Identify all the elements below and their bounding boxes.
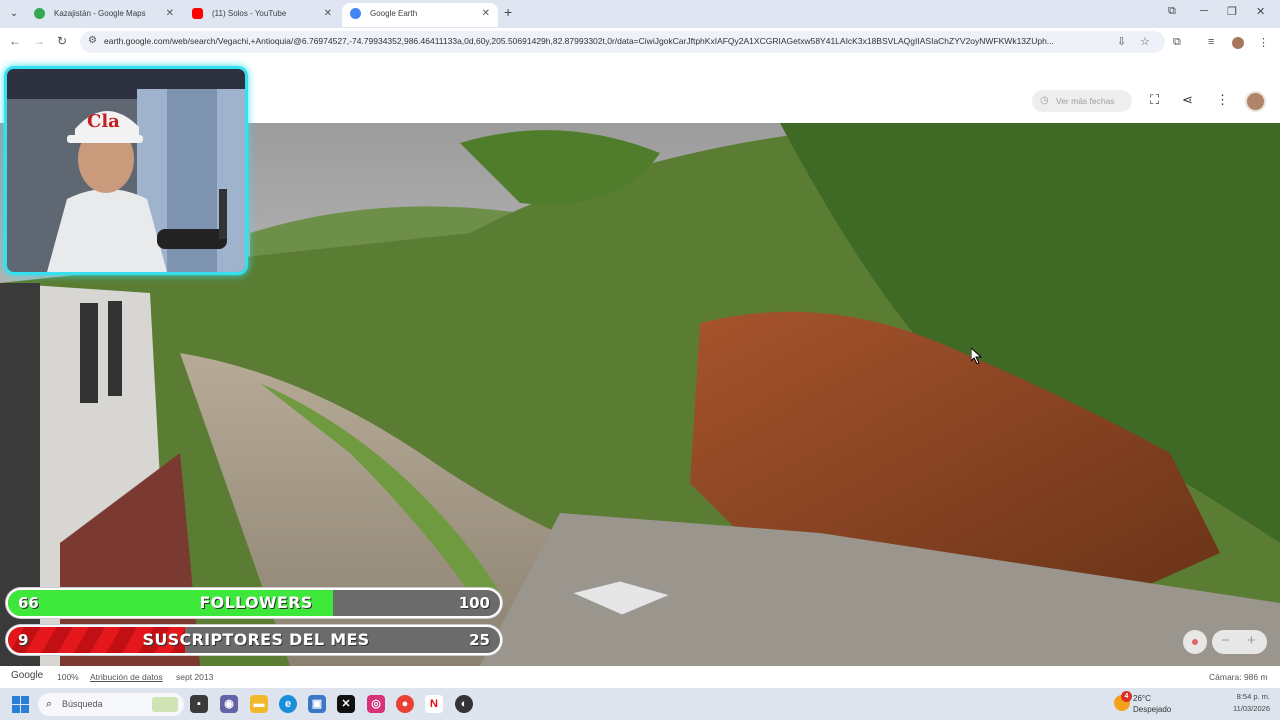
subscribers-label: SUSCRIPTORES DEL MES bbox=[142, 630, 370, 649]
weather-condition: Despejado bbox=[1133, 705, 1172, 714]
followers-target: 100 bbox=[458, 594, 490, 612]
obs-recording-icon[interactable]: ◐ bbox=[455, 695, 473, 713]
reload-button[interactable]: ↻ bbox=[57, 34, 67, 48]
compass-needle-icon bbox=[1192, 639, 1198, 645]
more-options-icon[interactable]: ⋮ bbox=[1216, 92, 1229, 108]
tab-title: Kazajistán - Google Maps bbox=[54, 9, 146, 18]
window-shutter bbox=[80, 303, 98, 403]
netflix-icon[interactable]: N bbox=[425, 695, 443, 713]
zoom-in-button[interactable]: + bbox=[1247, 632, 1256, 649]
url-text[interactable]: earth.google.com/web/search/Vegachi,+Ant… bbox=[104, 36, 1114, 46]
zoom-control: − + bbox=[1212, 630, 1267, 654]
windows-taskbar: ⌕ Búsqueda ▪ ◉ ▬ e ▣ ✕ ◎ ● N ◐ 4 26°C De… bbox=[0, 688, 1280, 720]
edge-browser-icon[interactable]: e bbox=[279, 695, 297, 713]
svg-text:Cla: Cla bbox=[87, 111, 120, 132]
minimize-button[interactable]: ─ bbox=[1200, 5, 1208, 17]
imagery-date: sept 2013 bbox=[176, 672, 214, 682]
task-view-icon[interactable]: ▪ bbox=[190, 695, 208, 713]
file-explorer-icon[interactable]: ▬ bbox=[250, 695, 268, 713]
history-clock-icon: ◷ bbox=[1040, 95, 1049, 106]
window-shutter bbox=[108, 301, 122, 396]
zoom-level: 100% bbox=[57, 672, 79, 682]
instagram-icon[interactable]: ◎ bbox=[367, 695, 385, 713]
tab-google-earth[interactable]: Google Earth ✕ bbox=[342, 3, 498, 27]
youtube-favicon-icon bbox=[192, 8, 203, 19]
extensions-icon[interactable]: ⧉ bbox=[1173, 36, 1181, 49]
maximize-button[interactable]: ❐ bbox=[1227, 5, 1237, 18]
screen: ⌄ Kazajistán - Google Maps ✕ (11) Solos … bbox=[0, 0, 1280, 720]
google-logo: Google bbox=[11, 670, 44, 681]
x-app-icon[interactable]: ✕ bbox=[337, 695, 355, 713]
chrome-icon[interactable]: ● bbox=[396, 695, 414, 713]
browser-tab-strip: ⌄ Kazajistán - Google Maps ✕ (11) Solos … bbox=[0, 0, 1280, 28]
share-icon[interactable]: ⋖ bbox=[1182, 92, 1193, 108]
close-tab-icon[interactable]: ✕ bbox=[482, 3, 490, 25]
browser-menu-icon[interactable]: ⋮ bbox=[1258, 36, 1269, 49]
browser-toolbar: ← → ↻ ⚙ earth.google.com/web/search/Vega… bbox=[0, 28, 1280, 56]
maps-favicon-icon bbox=[34, 8, 45, 19]
search-icon: ⌕ bbox=[46, 698, 53, 710]
search-placeholder: Búsqueda bbox=[62, 699, 103, 709]
tab-search-icon[interactable]: ⌄ bbox=[6, 6, 22, 22]
followers-current: 66 bbox=[18, 594, 39, 612]
search-highlight-image bbox=[152, 697, 178, 712]
back-button[interactable]: ← bbox=[9, 34, 21, 48]
store-icon[interactable]: ▣ bbox=[308, 695, 326, 713]
account-avatar[interactable] bbox=[1245, 91, 1266, 112]
followers-label: FOLLOWERS bbox=[199, 593, 313, 612]
chat-app-icon[interactable]: ◉ bbox=[220, 695, 238, 713]
clock-date: 11/03/2026 bbox=[1233, 704, 1270, 713]
compass-button[interactable] bbox=[1183, 630, 1207, 654]
screenshot-icon[interactable]: ⛶ bbox=[1150, 92, 1159, 108]
close-window-button[interactable]: ✕ bbox=[1256, 5, 1265, 18]
weather-widget[interactable]: 4 26°C Despejado bbox=[1114, 691, 1184, 717]
history-button[interactable]: ◷ Ver más fechas bbox=[1032, 90, 1132, 112]
taskbar-search-box[interactable]: ⌕ Búsqueda bbox=[38, 693, 184, 716]
mouse-cursor-icon bbox=[971, 348, 983, 364]
weather-alert-badge: 4 bbox=[1121, 691, 1132, 702]
address-bar[interactable]: ⚙ earth.google.com/web/search/Vegachi,+A… bbox=[80, 31, 1165, 53]
zoom-out-button[interactable]: − bbox=[1221, 632, 1230, 649]
windows-start-button[interactable] bbox=[12, 696, 29, 713]
temperature: 26°C bbox=[1133, 694, 1151, 703]
profile-avatar[interactable] bbox=[1232, 37, 1244, 49]
bookmark-star-icon[interactable]: ☆ bbox=[1140, 35, 1150, 48]
close-tab-icon[interactable]: ✕ bbox=[166, 3, 174, 25]
site-info-icon[interactable]: ⚙ bbox=[88, 35, 97, 46]
forward-button[interactable]: → bbox=[33, 34, 45, 48]
new-tab-button[interactable]: + bbox=[504, 4, 512, 20]
subscribers-current: 9 bbox=[18, 631, 29, 649]
tab-google-maps[interactable]: Kazajistán - Google Maps ✕ bbox=[26, 3, 182, 27]
streamer-webcam-image: Cla bbox=[7, 69, 245, 272]
earth-favicon-icon bbox=[350, 8, 361, 19]
tab-title: Google Earth bbox=[370, 9, 418, 18]
tab-groups-icon[interactable]: ⧉ bbox=[1168, 5, 1176, 18]
history-label: Ver más fechas bbox=[1056, 96, 1115, 106]
subscribers-target: 25 bbox=[469, 631, 490, 649]
install-app-icon[interactable]: ⇩ bbox=[1117, 35, 1126, 48]
webcam-overlay: Cla bbox=[4, 66, 248, 275]
followers-goal-bar: FOLLOWERS 66 100 bbox=[6, 588, 502, 618]
tab-title: (11) Solos - YouTube bbox=[212, 9, 287, 18]
system-clock[interactable]: 8:54 p. m. 11/03/2026 bbox=[1200, 691, 1270, 715]
clock-time: 8:54 p. m. bbox=[1236, 692, 1270, 701]
tab-youtube[interactable]: (11) Solos - YouTube ✕ bbox=[184, 3, 340, 27]
earth-footer: Google 100% Atribución de datos sept 201… bbox=[0, 666, 1280, 688]
subscribers-goal-bar: SUSCRIPTORES DEL MES 9 25 bbox=[6, 625, 502, 655]
close-tab-icon[interactable]: ✕ bbox=[324, 3, 332, 25]
camera-altitude: Cámara: 986 m bbox=[1209, 672, 1268, 682]
media-control-icon[interactable]: ≡ bbox=[1208, 36, 1214, 48]
data-attribution-link[interactable]: Atribución de datos bbox=[90, 672, 163, 682]
